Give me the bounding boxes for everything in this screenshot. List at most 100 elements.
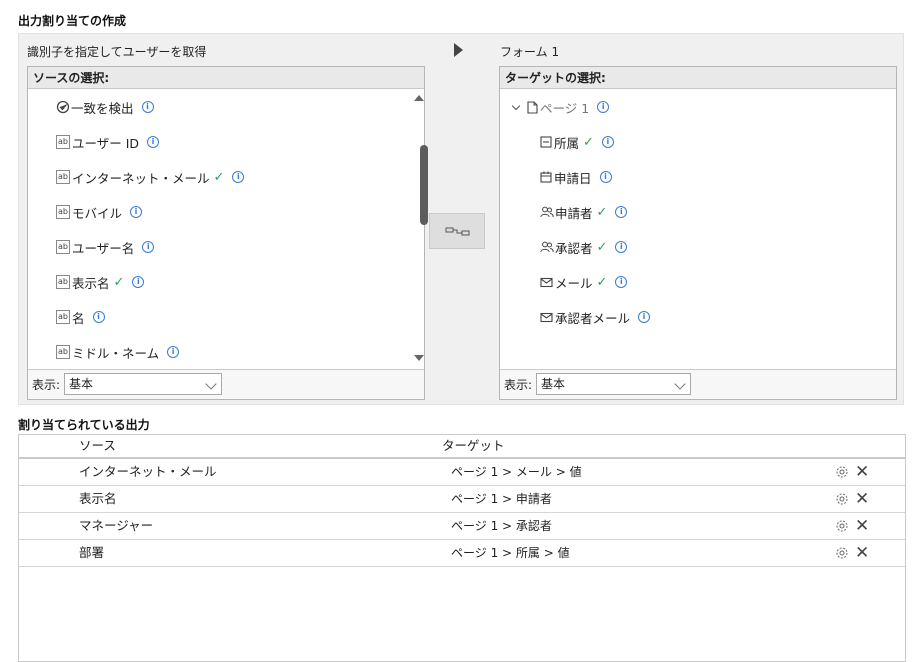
- chevron-down-icon: [674, 378, 686, 390]
- source-item-label: ユーザー名: [72, 240, 135, 256]
- row-source: マネージャー: [79, 518, 154, 533]
- match-icon: [56, 100, 70, 114]
- close-icon[interactable]: ✕: [855, 514, 869, 538]
- info-icon[interactable]: i: [597, 101, 610, 113]
- link-icon: [444, 224, 472, 241]
- source-item-label: ミドル・ネーム: [72, 345, 160, 361]
- row-target: ページ 1 > 承認者: [451, 519, 552, 533]
- check-icon: ✓: [213, 169, 225, 185]
- source-item-label: モバイル: [72, 205, 123, 221]
- info-icon[interactable]: i: [147, 136, 160, 148]
- info-icon[interactable]: i: [141, 101, 154, 113]
- table-row[interactable]: 表示名 ページ 1 > 申請者 ✕: [19, 486, 905, 513]
- target-view-footer: 表示: 基本: [500, 369, 896, 399]
- chevron-down-icon[interactable]: [511, 101, 521, 110]
- tree-node-page-1[interactable]: ページ 1 i: [510, 97, 610, 117]
- source-item-label: 名: [72, 310, 85, 326]
- target-item-mail[interactable]: メール ✓ i: [540, 272, 628, 292]
- assigned-section-title: 割り当てられている出力: [18, 418, 150, 432]
- row-target: ページ 1 > 所属 > 値: [451, 546, 570, 560]
- target-item-application-date[interactable]: 申請日 i: [540, 167, 612, 187]
- row-source: 表示名: [79, 491, 117, 506]
- target-item-affiliation[interactable]: 所属 ✓ i: [540, 132, 614, 152]
- close-icon[interactable]: ✕: [855, 487, 869, 511]
- target-item-label: 承認者: [555, 240, 593, 256]
- target-item-label: 申請者: [555, 205, 593, 221]
- gear-icon[interactable]: [835, 465, 849, 479]
- check-icon: ✓: [596, 274, 608, 290]
- text-field-icon: ab: [56, 310, 70, 324]
- text-field-icon: ab: [56, 240, 70, 254]
- info-icon[interactable]: i: [92, 311, 105, 323]
- row-source: インターネット・メール: [79, 464, 217, 479]
- grid-header: ソース ターゲット: [19, 435, 905, 459]
- check-icon: ✓: [113, 274, 125, 290]
- map-button[interactable]: [429, 213, 485, 249]
- assigned-grid: ソース ターゲット インターネット・メール ページ 1 > メール > 値 ✕ …: [18, 434, 906, 662]
- info-icon[interactable]: i: [142, 241, 155, 253]
- scrollbar-thumb[interactable]: [420, 145, 428, 225]
- view-label: 表示:: [504, 378, 533, 392]
- source-item-label: 表示名: [72, 275, 110, 291]
- calendar-icon: [540, 171, 552, 183]
- people-icon: [540, 241, 554, 253]
- gear-icon[interactable]: [835, 492, 849, 506]
- info-icon[interactable]: i: [132, 276, 145, 288]
- source-item-user-name[interactable]: ab ユーザー名 i: [56, 237, 155, 257]
- table-row[interactable]: インターネット・メール ページ 1 > メール > 値 ✕: [19, 459, 905, 486]
- source-view-select[interactable]: 基本: [64, 373, 222, 395]
- source-item-mobile[interactable]: ab モバイル i: [56, 202, 143, 222]
- target-view-select[interactable]: 基本: [536, 373, 691, 395]
- target-listbox: ターゲットの選択: ページ 1 i 所属 ✓ i 申請日 i 申請者 ✓ i 承…: [499, 66, 897, 400]
- text-field-icon: ab: [56, 205, 70, 219]
- chevron-down-icon: [205, 378, 217, 390]
- info-icon[interactable]: i: [601, 136, 614, 148]
- target-item-approver[interactable]: 承認者 ✓ i: [540, 237, 628, 257]
- source-item-label: インターネット・メール: [72, 170, 210, 186]
- source-listbox: ソースの選択: 一致を検出 i ab ユーザー ID i ab インターネット・…: [27, 66, 428, 400]
- target-item-applicant[interactable]: 申請者 ✓ i: [540, 202, 628, 222]
- mail-icon: [540, 277, 553, 288]
- target-item-approver-mail[interactable]: 承認者メール i: [540, 307, 651, 327]
- source-item-internet-mail[interactable]: ab インターネット・メール ✓ i: [56, 167, 245, 187]
- table-row[interactable]: 部署 ページ 1 > 所属 > 値 ✕: [19, 540, 905, 567]
- scroll-up-icon[interactable]: [414, 95, 424, 101]
- target-item-label: 所属: [554, 135, 580, 151]
- info-icon[interactable]: i: [638, 311, 651, 323]
- info-icon[interactable]: i: [599, 171, 612, 183]
- source-item-user-id[interactable]: ab ユーザー ID i: [56, 132, 160, 152]
- column-header-target[interactable]: ターゲット: [442, 435, 505, 457]
- source-item-display-name[interactable]: ab 表示名 ✓ i: [56, 272, 145, 292]
- mail-icon: [540, 312, 553, 323]
- check-icon: ✓: [583, 134, 594, 150]
- gear-icon[interactable]: [835, 546, 849, 560]
- text-field-icon: ab: [56, 345, 70, 359]
- gear-icon[interactable]: [835, 519, 849, 533]
- text-field-icon: ab: [56, 170, 70, 184]
- table-row[interactable]: マネージャー ページ 1 > 承認者 ✕: [19, 513, 905, 540]
- source-item-middle-name[interactable]: ab ミドル・ネーム i: [56, 342, 180, 362]
- info-icon[interactable]: i: [167, 346, 180, 358]
- tree-node-label: ページ 1: [540, 100, 590, 116]
- row-target: ページ 1 > メール > 値: [451, 465, 582, 479]
- source-list-header: ソースの選択:: [28, 67, 424, 89]
- view-select-value: 基本: [541, 377, 566, 391]
- source-item-label: 一致を検出: [71, 100, 134, 116]
- source-item-match[interactable]: 一致を検出 i: [56, 97, 154, 117]
- info-icon[interactable]: i: [615, 276, 628, 288]
- info-icon[interactable]: i: [232, 171, 245, 183]
- page-icon: [527, 100, 538, 114]
- check-icon: ✓: [596, 239, 608, 255]
- info-icon[interactable]: i: [615, 206, 628, 218]
- target-item-label: 申請日: [554, 170, 592, 186]
- target-item-label: メール: [555, 275, 593, 291]
- target-item-label: 承認者メール: [555, 310, 631, 326]
- close-icon[interactable]: ✕: [855, 541, 869, 565]
- scroll-down-icon[interactable]: [414, 355, 424, 361]
- close-icon[interactable]: ✕: [855, 460, 869, 484]
- column-header-source[interactable]: ソース: [79, 435, 116, 457]
- info-icon[interactable]: i: [615, 241, 628, 253]
- info-icon[interactable]: i: [130, 206, 143, 218]
- source-item-first-name[interactable]: ab 名 i: [56, 307, 105, 327]
- people-icon: [540, 206, 554, 218]
